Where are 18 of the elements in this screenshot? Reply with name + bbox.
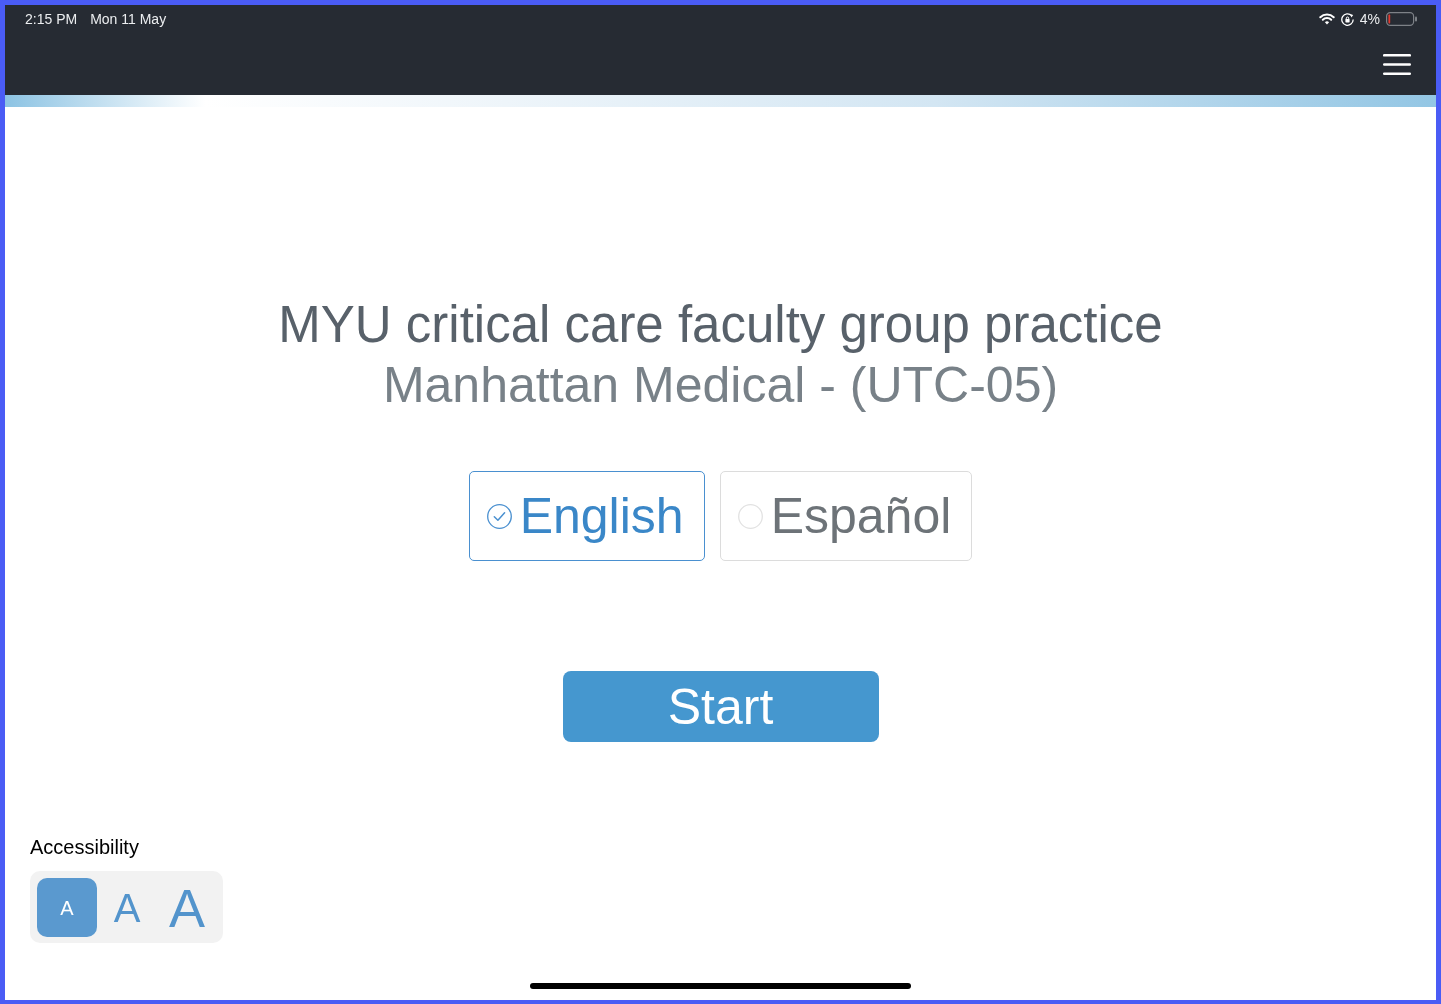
rotation-lock-icon (1340, 12, 1354, 26)
location-subtitle: Manhattan Medical - (UTC-05) (382, 356, 1059, 415)
text-size-button[interactable]: A (97, 878, 157, 937)
check-circle-icon (486, 503, 512, 529)
status-date: Mon 11 May (90, 10, 167, 28)
language-option[interactable]: English (468, 471, 705, 561)
practice-title: MYU critical care faculty group practice (278, 295, 1163, 355)
text-size-button[interactable]: A (157, 878, 217, 937)
menu-icon[interactable] (1383, 53, 1411, 75)
radio-circle-icon (737, 503, 763, 529)
language-option[interactable]: Español (719, 471, 973, 561)
status-time: 2:15 PM (25, 10, 78, 28)
battery-percentage: 4% (1359, 10, 1380, 28)
start-button[interactable]: Start (562, 671, 879, 742)
text-size-button[interactable]: A (37, 878, 97, 937)
battery-icon (1386, 12, 1417, 26)
wifi-icon (1318, 13, 1335, 25)
accessibility-label: Accessibility (30, 836, 139, 858)
